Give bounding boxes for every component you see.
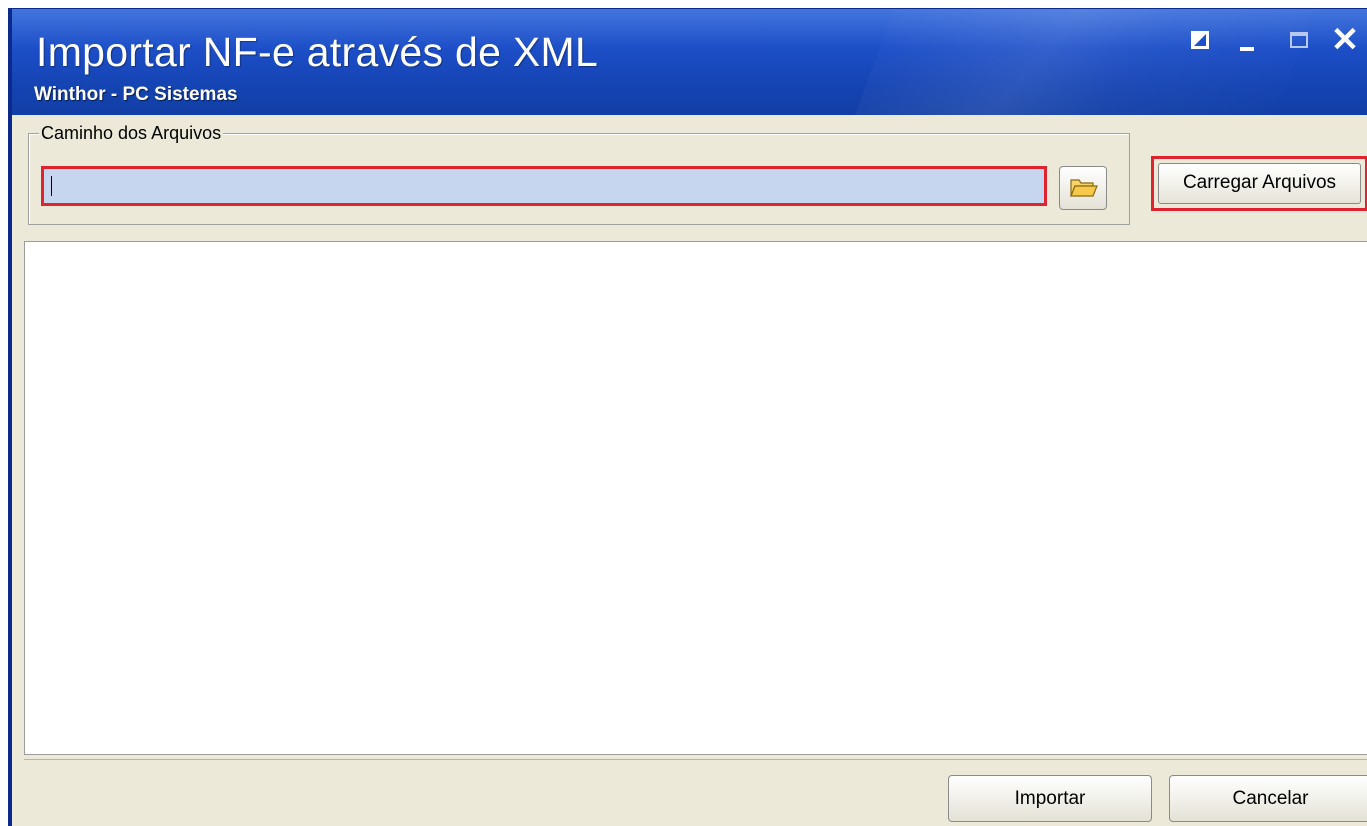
import-button[interactable]: Importar (948, 775, 1152, 822)
import-nfe-window: Importar NF-e através de XML Winthor - P… (8, 8, 1367, 826)
files-list-panel[interactable] (24, 241, 1367, 755)
maximize-icon[interactable] (1290, 29, 1314, 53)
title-bar[interactable]: Importar NF-e através de XML Winthor - P… (12, 9, 1367, 115)
import-button-label: Importar (1014, 788, 1086, 809)
load-files-button[interactable]: Carregar Arquivos (1158, 163, 1361, 204)
load-files-label: Carregar Arquivos (1182, 172, 1337, 193)
close-icon[interactable]: ✕ (1330, 23, 1360, 57)
cancel-button-label: Cancelar (1232, 788, 1309, 809)
path-group-legend: Caminho dos Arquivos (39, 123, 224, 144)
maximize-icon-box (1290, 32, 1308, 48)
restore-icon[interactable] (1189, 29, 1213, 53)
cancel-button[interactable]: Cancelar (1169, 775, 1367, 822)
window-title: Importar NF-e através de XML (36, 29, 599, 75)
window-subtitle: Winthor - PC Sistemas (34, 84, 238, 105)
text-caret (51, 176, 52, 196)
restore-icon-triangle (1194, 34, 1206, 46)
footer-divider (24, 759, 1367, 760)
file-path-input[interactable] (41, 166, 1047, 206)
load-files-highlight: Carregar Arquivos (1151, 156, 1367, 211)
browse-folder-button[interactable] (1059, 166, 1107, 210)
minimize-icon[interactable] (1238, 29, 1262, 53)
minimize-icon-bar (1240, 47, 1254, 51)
folder-open-icon (1070, 179, 1098, 197)
path-groupbox: Caminho dos Arquivos (28, 123, 1130, 225)
